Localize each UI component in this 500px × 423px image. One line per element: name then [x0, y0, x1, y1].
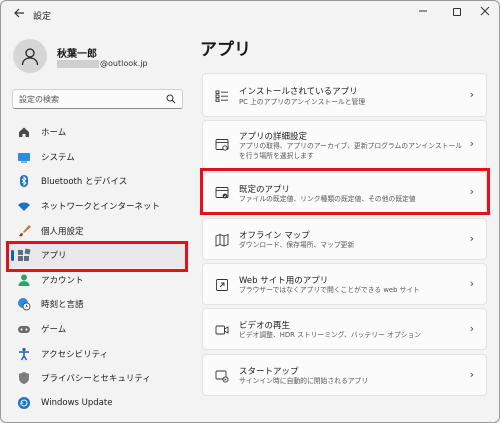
card-apps-for-websites[interactable]: Web サイト用のアプリ ブラウザーではなくアプリで開くことができる web サ… — [202, 263, 487, 305]
card-description: ビデオ調整、HDR ストリーミング、バッテリー オプション — [239, 331, 422, 339]
sidebar-item-label: システム — [41, 152, 75, 163]
sidebar-item-privacy-security[interactable]: プライバシーとセキュリティ — [9, 366, 189, 391]
search-icon[interactable] — [166, 94, 176, 104]
card-description: ダウンロード、保存場所、マップ更新 — [239, 241, 355, 249]
user-email: @outlook.jp — [57, 59, 148, 68]
bluetooth-icon — [17, 174, 31, 188]
window-title: 設定 — [33, 12, 52, 22]
sidebar-item-time-language[interactable]: 時刻と言語 — [9, 292, 189, 317]
accessibility-icon — [17, 347, 31, 361]
chevron-right-icon: › — [469, 368, 474, 381]
email-redacted — [57, 59, 99, 68]
sidebar-item-home[interactable]: ホーム — [9, 120, 189, 145]
card-video-playback[interactable]: ビデオの再生 ビデオ調整、HDR ストリーミング、バッテリー オプション › — [202, 308, 487, 350]
account-icon — [17, 273, 31, 287]
card-description: サインイン時に自動的に開始されるアプリ — [239, 377, 369, 385]
card-title: ビデオの再生 — [239, 321, 291, 331]
web-apps-icon — [216, 279, 228, 291]
system-icon — [17, 150, 31, 164]
clock-globe-icon — [17, 297, 31, 311]
sidebar-item-windows-update[interactable]: Windows Update — [9, 391, 189, 416]
sidebar-item-label: 時刻と言語 — [41, 300, 84, 311]
card-title: アプリの詳細設定 — [239, 132, 308, 142]
home-icon — [17, 125, 31, 139]
card-description: ブラウザーではなくアプリで開くことができる web サイト — [239, 286, 420, 294]
back-button[interactable] — [11, 7, 27, 23]
user-email-domain: @outlook.jp — [100, 59, 148, 68]
chevron-right-icon: › — [469, 232, 474, 245]
card-title: Web サイト用のアプリ — [239, 276, 329, 286]
sidebar-item-label: ゲーム — [41, 325, 67, 336]
shield-icon — [17, 371, 31, 385]
card-title: スタートアップ — [239, 367, 299, 377]
maximize-button[interactable] — [447, 5, 467, 21]
title-bar: 設定 — [1, 1, 499, 29]
sidebar-item-personalization[interactable]: 個人用設定 — [9, 218, 189, 243]
sidebar-item-system[interactable]: システム — [9, 145, 189, 170]
sidebar-item-label: Bluetooth とデバイス — [41, 177, 128, 188]
page-title: アプリ — [200, 40, 251, 60]
user-name: 秋葉一郎 — [57, 49, 97, 60]
chevron-right-icon: › — [469, 137, 474, 150]
avatar[interactable] — [13, 39, 47, 73]
minimize-button[interactable] — [413, 5, 433, 21]
highlight-box-apps — [6, 241, 188, 272]
update-icon — [17, 396, 31, 410]
back-arrow-icon — [14, 8, 24, 18]
card-title: オフライン マップ — [239, 231, 310, 241]
gamepad-icon — [17, 322, 31, 336]
minimize-icon — [419, 10, 427, 12]
brush-icon — [17, 224, 31, 238]
sidebar-item-network[interactable]: ネットワークとインターネット — [9, 194, 189, 219]
sidebar-item-label: ホーム — [41, 128, 67, 139]
card-advanced-app-settings[interactable]: アプリの詳細設定 アプリの取得、アプリのアーカイブ、更新プログラムのアンインスト… — [202, 120, 487, 169]
video-icon — [215, 325, 229, 335]
card-description: アプリの取得、アプリのアーカイブ、更新プログラムのアンインストールを行う場所を選… — [239, 142, 463, 160]
card-installed-apps[interactable]: インストールされているアプリ PC 上のアプリのアンインストールと管理 › — [202, 73, 487, 117]
card-title: インストールされているアプリ — [239, 87, 358, 97]
wifi-icon — [17, 199, 31, 213]
highlight-box-default-apps — [200, 168, 490, 215]
close-button[interactable] — [475, 5, 495, 21]
search-input[interactable] — [19, 93, 159, 106]
chevron-right-icon: › — [469, 88, 474, 101]
chevron-right-icon: › — [469, 277, 474, 290]
chevron-right-icon: › — [469, 322, 474, 335]
card-offline-maps[interactable]: オフライン マップ ダウンロード、保存場所、マップ更新 › — [202, 218, 487, 260]
advanced-apps-icon — [215, 139, 229, 151]
sidebar-item-label: Windows Update — [41, 397, 113, 408]
startup-icon — [215, 370, 229, 383]
sidebar-item-gaming[interactable]: ゲーム — [9, 317, 189, 342]
card-description: PC 上のアプリのアンインストールと管理 — [239, 98, 366, 106]
settings-window: 設定 秋葉一郎 @outlook.jp ホーム システム Bluetooth と… — [0, 0, 500, 423]
maximize-icon — [453, 8, 461, 16]
offline-map-icon — [215, 233, 229, 247]
sidebar-item-accessibility[interactable]: アクセシビリティ — [9, 341, 189, 366]
user-icon — [21, 48, 39, 66]
settings-search-box[interactable] — [12, 89, 183, 109]
sidebar-item-bluetooth[interactable]: Bluetooth とデバイス — [9, 169, 189, 194]
sidebar-item-label: ネットワークとインターネット — [41, 202, 161, 213]
close-icon — [480, 6, 490, 16]
card-startup[interactable]: スタートアップ サインイン時に自動的に開始されるアプリ › — [202, 354, 487, 396]
sidebar-item-label: プライバシーとセキュリティ — [41, 374, 151, 385]
sidebar-item-label: アクセシビリティ — [41, 349, 109, 360]
sidebar-item-label: 個人用設定 — [41, 226, 84, 237]
sidebar-item-label: アカウント — [41, 275, 84, 286]
installed-apps-icon — [215, 90, 228, 102]
